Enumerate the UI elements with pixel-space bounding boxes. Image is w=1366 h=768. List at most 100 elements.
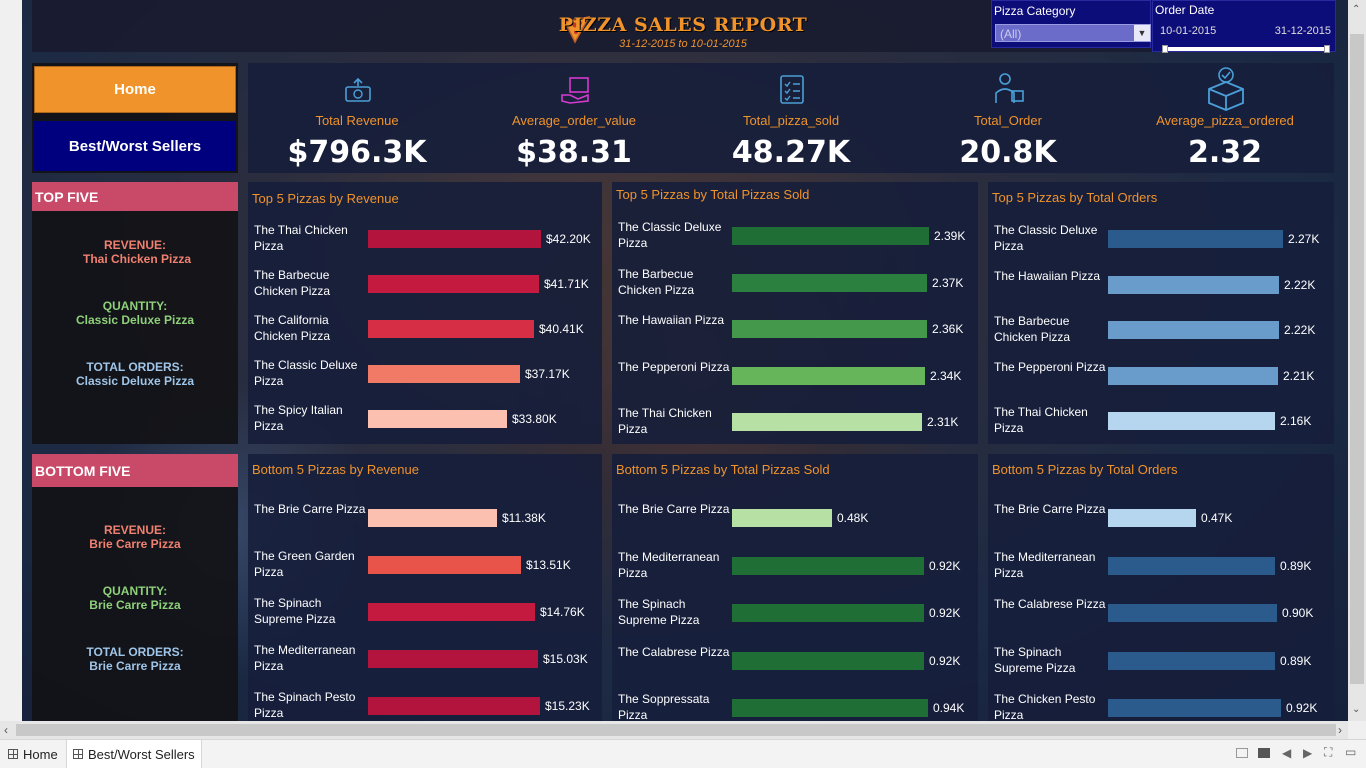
fullscreen-icon[interactable]: ⛶ [1324,745,1332,760]
bar[interactable] [1108,412,1275,430]
bar[interactable] [732,413,922,431]
bar[interactable] [368,320,534,338]
tab-label: Best/Worst Sellers [88,746,195,762]
bottom-revenue-label: REVENUE: [103,523,166,537]
bar-category-label: The Classic Deluxe Pizza [994,223,1098,253]
bar-value-label: 0.92K [929,558,961,573]
tab-best-worst-sellers[interactable]: Best/Worst Sellers [66,740,202,768]
bar-value-label: $40.41K [539,322,584,336]
present-icon[interactable]: ▭ [1345,745,1356,759]
bar-category-label: The Spinach Supreme Pizza [618,597,700,627]
bar[interactable] [368,603,535,621]
bottom-five-summary: BOTTOM FIVE REVENUE: Brie Carre Pizza QU… [32,454,238,721]
tab-home[interactable]: Home [2,740,64,768]
bar[interactable] [732,227,929,245]
bar-value-label: 0.48K [837,511,869,525]
tab-view-icon[interactable] [1258,748,1270,758]
bar-category-label: The Thai Chicken Pizza [618,406,712,436]
horizontal-scroll-thumb[interactable] [16,724,1336,736]
bar-category-label: The Barbecue Chicken Pizza [618,266,695,297]
bar-category-label: The Brie Carre Pizza [618,502,730,516]
bar[interactable] [368,697,540,715]
filmstrip-view-icon[interactable] [1236,748,1248,758]
kpi-card-total-order: Total_Order 20.8K [908,63,1108,173]
kpi-value: $796.3K [287,135,427,170]
bar-category-label: The Barbecue Chicken Pizza [994,314,1071,344]
bar[interactable] [732,651,924,670]
bar-value-label: 2.22K [1284,323,1316,337]
chart-top-orders: Top 5 Pizzas by Total Orders The Classic… [988,182,1334,444]
category-filter-label: Pizza Category [994,4,1076,18]
slider-handle-left[interactable] [1162,45,1168,53]
pizza-category-filter: Pizza Category (All) ▼ [991,0,1151,48]
scroll-left-arrow[interactable]: ‹ [4,723,8,737]
horizontal-scrollbar[interactable]: ‹ › [0,721,1348,739]
vertical-scrollbar[interactable]: ⌃ ⌄ [1348,0,1366,721]
kpi-value: $38.31 [516,135,632,170]
bar[interactable] [368,556,521,574]
bar[interactable] [732,509,832,527]
bar-category-label: The Mediterranean Pizza [254,643,356,673]
bar[interactable] [732,320,927,338]
chart-bottom-orders: Bottom 5 Pizzas by Total Orders The Brie… [988,454,1334,721]
date-start[interactable]: 10-01-2015 [1160,25,1216,37]
category-dropdown[interactable]: (All) ▼ [995,24,1151,42]
bar[interactable] [368,365,520,383]
bar[interactable] [1108,321,1279,339]
bar[interactable] [1108,366,1278,385]
bar[interactable] [368,410,507,428]
slider-handle-right[interactable] [1324,45,1330,53]
best-worst-sellers-button[interactable]: Best/Worst Sellers [34,121,236,171]
bar-value-label: 2.27K [1288,232,1320,246]
tab-label: Home [23,746,58,762]
scroll-right-arrow[interactable]: › [1338,723,1342,737]
previous-sheet-icon[interactable]: ◀ [1282,746,1291,760]
bar-category-label: The Hawaiian Pizza [994,268,1101,283]
category-dropdown-value: (All) [1000,27,1022,41]
chart-title: Bottom 5 Pizzas by Total Pizzas Sold [616,462,830,477]
bar[interactable] [732,604,924,622]
bar[interactable] [368,230,541,248]
kpi-card-average-order-value: Average_order_value $38.31 [474,63,674,173]
chevron-down-icon[interactable]: ▼ [1134,25,1150,41]
scroll-up-arrow[interactable]: ⌃ [1352,4,1360,15]
next-sheet-icon[interactable]: ▶ [1303,746,1312,760]
bar-category-label: The Calabrese Pizza [994,597,1106,611]
bar-value-label: $13.51K [526,558,571,572]
hand-box-icon [560,75,592,105]
bar[interactable] [1108,275,1279,294]
bar[interactable] [1108,604,1277,622]
bar-value-label: 2.16K [1280,414,1312,428]
bar-category-label: The Spinach Supreme Pizza [254,596,336,626]
home-button[interactable]: Home [34,66,236,113]
date-end[interactable]: 31-12-2015 [1275,25,1331,37]
bar[interactable] [1108,230,1283,248]
date-range-slider[interactable] [1162,45,1330,53]
bar[interactable] [732,699,928,717]
bar[interactable] [368,509,497,527]
dashboard-canvas: PIZZA SALES REPORT 31-12-2015 to 10-01-2… [22,0,1348,721]
bar-category-label: The Brie Carre Pizza [254,502,366,516]
chart-title: Top 5 Pizzas by Total Pizzas Sold [616,187,810,202]
vertical-scroll-thumb[interactable] [1350,34,1364,684]
bar[interactable] [1108,556,1275,575]
bar-value-label: $15.23K [545,699,590,713]
bar-category-label: The Pepperoni Pizza [618,359,730,374]
bar[interactable] [368,275,539,293]
kpi-card-average-pizza-ordered: Average_pizza_ordered 2.32 [1125,63,1325,173]
bar[interactable] [1108,651,1275,670]
order-date-label: Order Date [1155,3,1215,17]
bar-category-label: The Chicken Pesto Pizza [994,692,1096,721]
kpi-label: Total Revenue [315,113,399,128]
chart-top-sold: Top 5 Pizzas by Total Pizzas Sold The Cl… [612,182,978,444]
bar-value-label: $33.80K [512,412,557,426]
scroll-down-arrow[interactable]: ⌄ [1352,704,1360,715]
grid-icon [8,749,18,759]
bar[interactable] [1108,509,1196,527]
bar[interactable] [732,366,925,385]
bar-category-label: The California Chicken Pizza [254,313,331,343]
bar[interactable] [368,650,538,668]
bar[interactable] [732,273,927,292]
bar[interactable] [732,556,924,575]
bar[interactable] [1108,699,1281,717]
